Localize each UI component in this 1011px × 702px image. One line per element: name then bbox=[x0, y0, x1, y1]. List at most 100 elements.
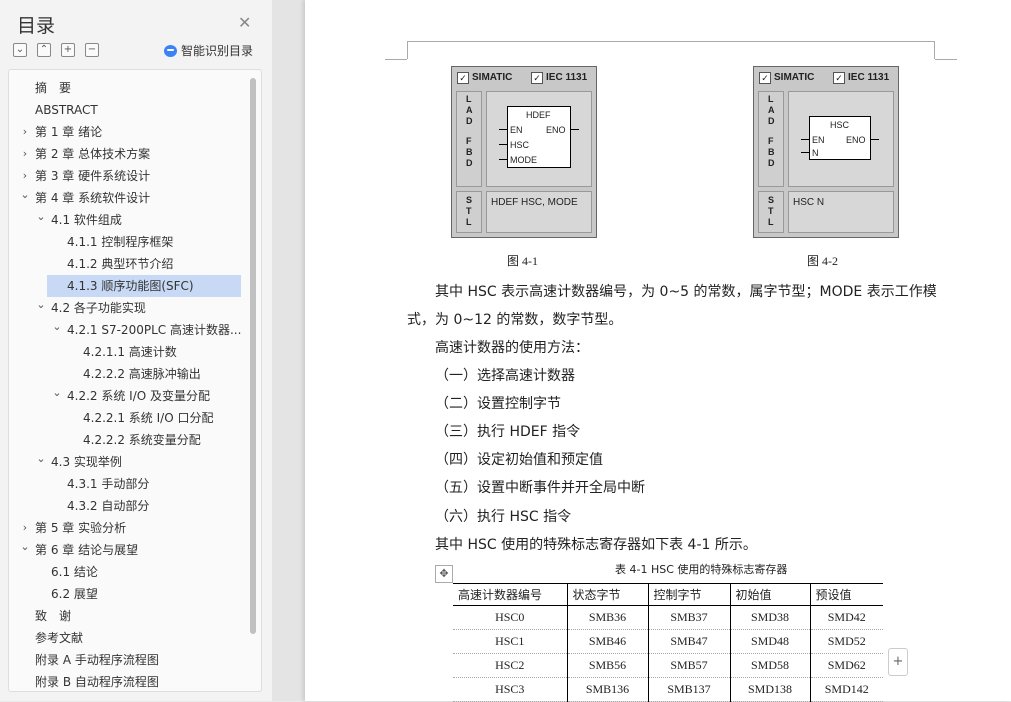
toc-item[interactable]: 摘 要 bbox=[9, 77, 241, 99]
toc-item[interactable]: 参考文献 bbox=[9, 627, 241, 649]
toc-scrollbar[interactable] bbox=[250, 78, 256, 634]
document-area: ✓ SIMATIC ✓ IEC 1131 LAD FBD HDEF EN ENO… bbox=[272, 0, 1011, 702]
smart-toc-button[interactable]: 智能识别目录 bbox=[164, 42, 253, 59]
table-header: 预设值 bbox=[809, 583, 883, 606]
chevron-down-icon[interactable]: ⌄ bbox=[35, 297, 47, 313]
toc-item[interactable]: ⌄ 4.2.2 系统 I/O 及变量分配 bbox=[9, 385, 241, 407]
table-header: 初始值 bbox=[729, 583, 810, 606]
toc-item[interactable]: 4.1.2 典型环节介绍 bbox=[9, 253, 241, 275]
table-cell: SMB46 bbox=[566, 629, 648, 654]
toc-item[interactable]: › 第 3 章 硬件系统设计 bbox=[9, 165, 241, 187]
toc-item-label: 4.2.2.2 高速脉冲输出 bbox=[83, 367, 201, 381]
toc-item[interactable]: 附录 B 自动程序流程图 bbox=[9, 671, 241, 691]
toc-item[interactable]: 附录 A 手动程序流程图 bbox=[9, 649, 241, 671]
toc-item-label: 致 谢 bbox=[35, 609, 72, 623]
toc-item[interactable]: ⌄ 4.2 各子功能实现 bbox=[9, 297, 241, 319]
toc-item[interactable]: ⌄ 第 6 章 结论与展望 bbox=[9, 539, 241, 561]
figure-caption: 图 4-1 bbox=[507, 254, 538, 268]
iec-label: IEC 1131 bbox=[848, 72, 890, 83]
stl-instruction: HDEF HSC, MODE bbox=[486, 191, 592, 233]
table-row: HSC2 SMB56 SMB57 SMD58 SMD62 bbox=[453, 653, 883, 678]
toc-item[interactable]: 6.1 结论 bbox=[9, 561, 241, 583]
add-row-icon[interactable]: + bbox=[888, 648, 908, 676]
wire bbox=[801, 139, 809, 140]
toc-item-label: 6.1 结论 bbox=[51, 565, 98, 579]
table-header-row: 高速计数器编号 状态字节 控制字节 初始值 预设值 bbox=[453, 583, 883, 606]
chevron-down-icon[interactable]: ⌄ bbox=[19, 187, 31, 203]
ai-robot-icon bbox=[164, 45, 177, 57]
table-cell: SMB36 bbox=[566, 605, 648, 630]
toc-item-label: 第 5 章 实验分析 bbox=[35, 521, 127, 535]
table-cell: HSC0 bbox=[453, 605, 567, 630]
toc-item[interactable]: › 第 2 章 总体技术方案 bbox=[9, 143, 241, 165]
header-corner-left bbox=[407, 41, 408, 59]
toc-item-label: 附录 B 自动程序流程图 bbox=[35, 675, 159, 689]
pin-en: EN bbox=[812, 135, 825, 145]
table-cell: SMB56 bbox=[566, 653, 648, 678]
toc-list: 摘 要 ABSTRACT › 第 1 章 绪论 › 第 2 章 总体技术方案 › 第 3 章 … bbox=[9, 77, 241, 691]
lad-fbd-label: LAD FBD bbox=[456, 91, 482, 187]
toc-item-label: 第 4 章 系统软件设计 bbox=[35, 191, 151, 205]
table-cell: SMD52 bbox=[809, 629, 883, 654]
checkbox-icon: ✓ bbox=[531, 72, 543, 84]
table-move-icon[interactable]: ✥ bbox=[435, 565, 453, 583]
toc-item-label: 4.3 实现举例 bbox=[51, 455, 122, 469]
chevron-down-icon[interactable]: ⌄ bbox=[35, 451, 47, 467]
table-cell: SMB37 bbox=[647, 605, 730, 630]
chevron-right-icon[interactable]: › bbox=[19, 143, 31, 165]
figure-caption: 图 4-2 bbox=[807, 254, 838, 268]
chevron-right-icon[interactable]: › bbox=[19, 517, 31, 539]
toc-item[interactable]: › 第 1 章 绪论 bbox=[9, 121, 241, 143]
remove-heading-icon[interactable]: − bbox=[85, 43, 99, 57]
toc-item[interactable]: ⌄ 4.2.1 S7-200PLC 高速计数器... bbox=[9, 319, 241, 341]
wire bbox=[499, 144, 507, 145]
chevron-down-icon[interactable]: ⌄ bbox=[35, 209, 47, 225]
step-item: （五）设置中断事件并开全局中断 bbox=[435, 480, 645, 496]
table-row: HSC0 SMB36 SMB37 SMD38 SMD42 bbox=[453, 605, 883, 630]
toc-item[interactable]: ⌄ 4.3 实现举例 bbox=[9, 451, 241, 473]
toc-item[interactable]: 6.2 展望 bbox=[9, 583, 241, 605]
collapse-all-icon[interactable]: ⌄ bbox=[13, 43, 27, 57]
toc-item[interactable]: 致 谢 bbox=[9, 605, 241, 627]
margin-mark-left bbox=[385, 59, 407, 60]
toc-item[interactable]: › 第 5 章 实验分析 bbox=[9, 517, 241, 539]
add-heading-icon[interactable]: + bbox=[61, 43, 75, 57]
toc-item[interactable]: 4.1.1 控制程序框架 bbox=[9, 231, 241, 253]
table-cell: HSC1 bbox=[453, 629, 567, 654]
table-cell: SMD138 bbox=[729, 677, 810, 702]
expand-up-icon[interactable]: ⌃ bbox=[37, 43, 51, 57]
block-title: HSC bbox=[830, 120, 850, 130]
chevron-down-icon[interactable]: ⌄ bbox=[19, 539, 31, 555]
table-cell: SMB57 bbox=[647, 653, 730, 678]
figure-hdef: ✓ SIMATIC ✓ IEC 1131 LAD FBD HDEF EN ENO… bbox=[451, 66, 597, 238]
table-cell: HSC3 bbox=[453, 677, 567, 702]
chevron-down-icon[interactable]: ⌄ bbox=[51, 385, 63, 401]
toc-item-label: ABSTRACT bbox=[35, 103, 98, 117]
toc-item[interactable]: 4.3.1 手动部分 bbox=[9, 473, 241, 495]
pin-en: EN bbox=[510, 125, 523, 135]
toc-item-label: 第 3 章 硬件系统设计 bbox=[35, 169, 151, 183]
toc-item[interactable]: 4.3.2 自动部分 bbox=[9, 495, 241, 517]
header-corner-right bbox=[934, 41, 935, 59]
toc-item[interactable]: 4.2.2.2 高速脉冲输出 bbox=[9, 363, 241, 385]
toc-item[interactable]: 4.1.3 顺序功能图(SFC) bbox=[47, 275, 241, 297]
toc-item-label: 第 2 章 总体技术方案 bbox=[35, 147, 151, 161]
toc-item[interactable]: 4.2.2.1 系统 I/O 口分配 bbox=[9, 407, 241, 429]
chevron-right-icon[interactable]: › bbox=[19, 121, 31, 143]
toc-item[interactable]: ⌄ 4.1 软件组成 bbox=[9, 209, 241, 231]
hsc-register-table: 高速计数器编号 状态字节 控制字节 初始值 预设值 HSC0 SMB36 SMB… bbox=[453, 583, 883, 702]
paragraph: 其中 HSC 表示高速计数器编号，为 0~5 的常数，属字节型；MODE 表示工… bbox=[435, 284, 937, 300]
function-block: HSC EN ENO N bbox=[809, 116, 871, 160]
toc-item-label: 4.3.2 自动部分 bbox=[67, 499, 150, 513]
toc-item[interactable]: ⌄ 第 4 章 系统软件设计 bbox=[9, 187, 241, 209]
table-header: 状态字节 bbox=[566, 583, 648, 606]
pin-n: N bbox=[812, 148, 819, 158]
close-icon[interactable]: ✕ bbox=[238, 13, 251, 32]
toc-item[interactable]: 4.2.2.2 系统变量分配 bbox=[9, 429, 241, 451]
toc-item-label: 4.2.2.2 系统变量分配 bbox=[83, 433, 201, 447]
toc-item[interactable]: 4.2.1.1 高速计数 bbox=[9, 341, 241, 363]
chevron-right-icon[interactable]: › bbox=[19, 165, 31, 187]
chevron-down-icon[interactable]: ⌄ bbox=[51, 319, 63, 335]
table-cell: SMB47 bbox=[647, 629, 730, 654]
toc-item[interactable]: ABSTRACT bbox=[9, 99, 241, 121]
